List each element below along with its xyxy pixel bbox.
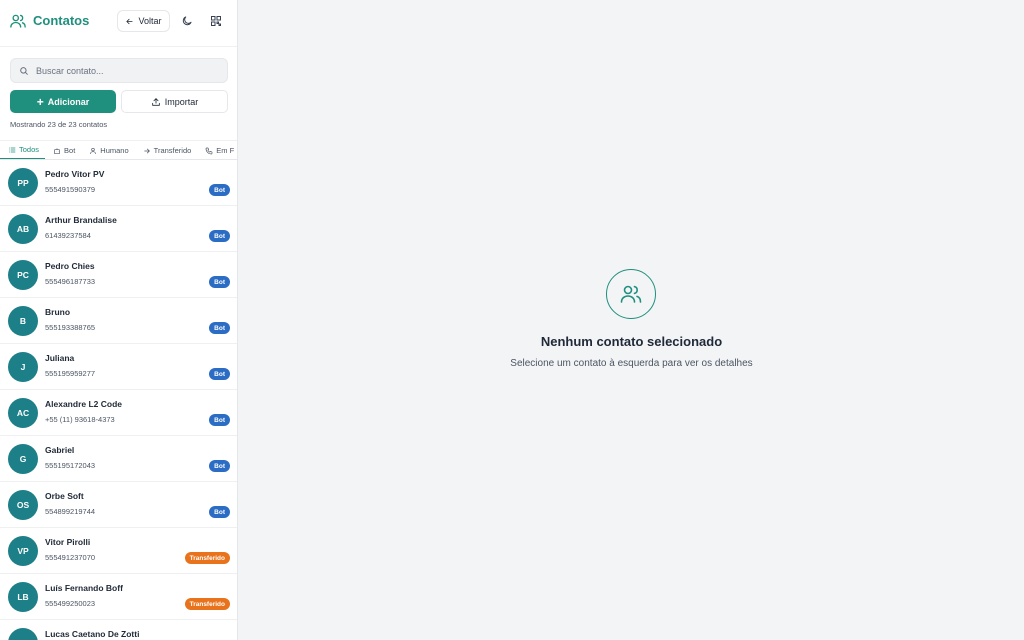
avatar: LB <box>8 582 38 612</box>
add-contact-button[interactable]: + Adicionar <box>10 90 116 113</box>
contact-name: Vitor Pirolli <box>45 537 91 547</box>
status-badge: Transferido <box>184 552 230 564</box>
avatar: VP <box>8 536 38 566</box>
status-badge: Transferido <box>184 598 230 610</box>
contact-phone: 555195959277 <box>45 369 96 378</box>
search-box[interactable] <box>10 58 228 83</box>
tab-label: Bot <box>64 146 76 155</box>
status-badge: Bot <box>209 230 230 242</box>
contact-phone: 555491237070 <box>45 553 96 562</box>
theme-toggle-button[interactable] <box>177 11 197 31</box>
sidebar-header: Contatos Voltar <box>0 0 237 44</box>
avatar: PC <box>8 260 38 290</box>
add-contact-label: Adicionar <box>47 96 90 107</box>
import-label: Importar <box>164 96 199 107</box>
avatar: AB <box>8 214 38 244</box>
contact-phone: 555491590379 <box>45 185 96 194</box>
user-icon <box>90 147 97 154</box>
list-item[interactable]: AC Alexandre L2 Code +55 (11) 93618-4373… <box>0 390 237 436</box>
contact-name: Gabriel <box>45 445 75 455</box>
avatar: B <box>8 306 38 336</box>
qr-code-icon <box>211 16 221 26</box>
status-badge: Bot <box>209 322 230 334</box>
avatar: OS <box>8 490 38 520</box>
tab-label: Transferido <box>153 146 192 155</box>
moon-icon <box>182 16 192 26</box>
empty-state-title: Nenhum contato selecionado <box>540 334 723 349</box>
search-input[interactable] <box>36 65 216 76</box>
contact-name: Arthur Brandalise <box>45 215 117 225</box>
contacts-count: Mostrando 23 de 23 contatos <box>10 120 108 129</box>
status-badge: Bot <box>209 368 230 380</box>
phone-icon <box>205 147 213 154</box>
list-item[interactable]: OS Orbe Soft 554899219744 Bot <box>0 482 237 528</box>
contact-name: Pedro Vitor PV <box>45 169 105 179</box>
arrow-right-icon <box>143 148 150 153</box>
search-icon <box>20 66 28 75</box>
contacts-sidebar: Contatos Voltar + Adicionar Importar Mos… <box>0 0 238 640</box>
contact-phone: 555499250023 <box>45 599 96 608</box>
avatar: PP <box>8 168 38 198</box>
tab-label: Humano <box>100 146 129 155</box>
list-item[interactable]: PP Pedro Vitor PV 555491590379 Bot <box>0 160 237 206</box>
contact-phone: 555193388765 <box>45 323 96 332</box>
back-button[interactable]: Voltar <box>117 10 170 32</box>
list-item[interactable]: B Bruno 555193388765 Bot <box>0 298 237 344</box>
contact-phone: 555496187733 <box>45 277 96 286</box>
avatar: J <box>8 352 38 382</box>
back-button-label: Voltar <box>138 16 162 26</box>
list-item[interactable]: PC Pedro Chies 555496187733 Bot <box>0 252 237 298</box>
contact-name: Alexandre L2 Code <box>45 399 122 409</box>
contact-phone: 61439237584 <box>45 231 91 240</box>
list-item[interactable]: LD Lucas Caetano De Zotti <box>0 620 237 640</box>
tab-todos[interactable]: Todos <box>0 141 46 159</box>
status-badge: Bot <box>209 184 230 196</box>
bot-icon <box>54 147 61 154</box>
contact-name: Luís Fernando Boff <box>45 583 123 593</box>
list-item[interactable]: G Gabriel 555195172043 Bot <box>0 436 237 482</box>
list-icon <box>8 147 16 152</box>
contact-phone: 555195172043 <box>45 461 96 470</box>
tab-label: Todos <box>19 145 40 154</box>
contact-phone: +55 (11) 93618-4373 <box>45 415 115 424</box>
status-badge: Bot <box>209 506 230 518</box>
contact-name: Juliana <box>45 353 75 363</box>
import-button[interactable]: Importar <box>121 90 228 113</box>
status-badge: Bot <box>209 276 230 288</box>
tab-label: Em F <box>216 146 235 155</box>
avatar: G <box>8 444 38 474</box>
empty-state-subtitle: Selecione um contato à esquerda para ver… <box>510 358 753 369</box>
tab-transferido[interactable]: Transferido <box>135 141 198 159</box>
status-badge: Bot <box>209 414 230 426</box>
contact-details-panel: Nenhum contato selecionado Selecione um … <box>239 0 1024 640</box>
list-item[interactable]: VP Vitor Pirolli 555491237070 Transferid… <box>0 528 237 574</box>
filter-tabs: Todos Bot Humano Transferido Em F <box>0 140 237 160</box>
empty-state-icon-circle <box>606 269 656 319</box>
plus-icon: + <box>36 94 44 109</box>
list-item[interactable]: LB Luís Fernando Boff 555499250023 Trans… <box>0 574 237 620</box>
contacts-list: PP Pedro Vitor PV 555491590379 Bot AB Ar… <box>0 160 237 640</box>
tab-bot[interactable]: Bot <box>45 141 81 159</box>
status-badge: Bot <box>209 460 230 472</box>
users-icon <box>10 14 26 28</box>
arrow-left-icon <box>126 18 134 24</box>
qr-code-button[interactable] <box>206 11 226 31</box>
avatar: AC <box>8 398 38 428</box>
contact-name: Pedro Chies <box>45 261 95 271</box>
contact-phone: 554899219744 <box>45 507 96 516</box>
header-divider <box>0 46 237 47</box>
list-item[interactable]: AB Arthur Brandalise 61439237584 Bot <box>0 206 237 252</box>
avatar: LD <box>8 628 38 640</box>
list-item[interactable]: J Juliana 555195959277 Bot <box>0 344 237 390</box>
contact-name: Orbe Soft <box>45 491 84 501</box>
contact-name: Bruno <box>45 307 71 317</box>
contact-name: Lucas Caetano De Zotti <box>45 629 140 639</box>
tab-em-f[interactable]: Em F <box>197 141 237 159</box>
page-title: Contatos <box>33 13 90 28</box>
tab-humano[interactable]: Humano <box>81 141 134 159</box>
users-icon <box>620 285 642 303</box>
upload-icon <box>151 97 160 106</box>
